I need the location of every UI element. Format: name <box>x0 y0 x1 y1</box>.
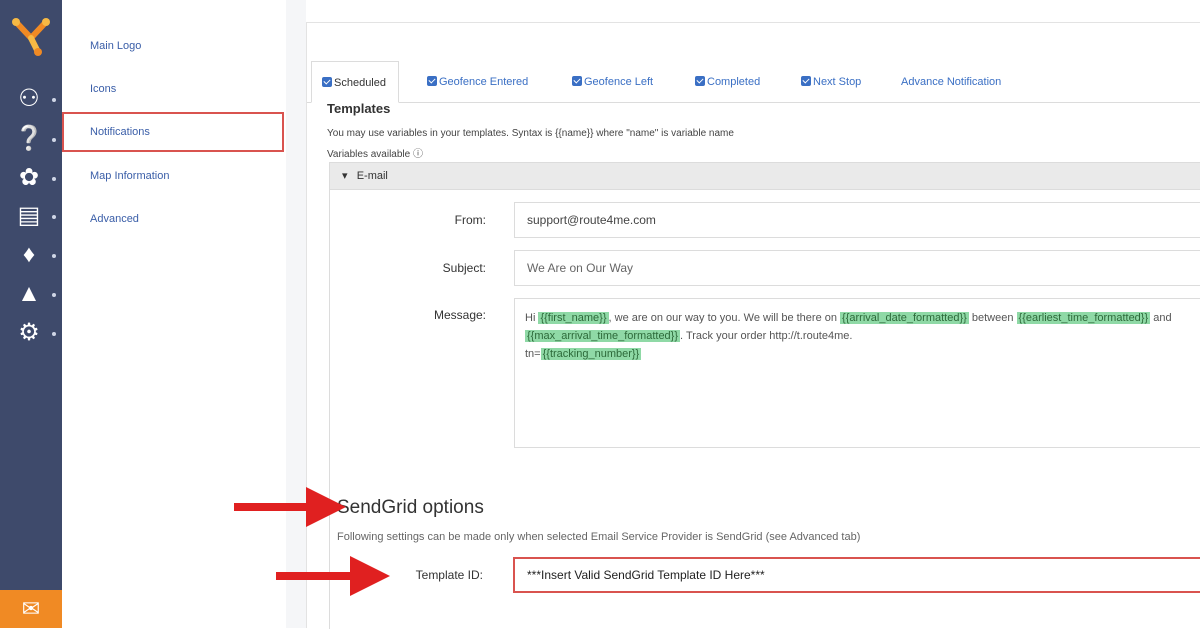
menu-dot <box>52 293 56 297</box>
message-text: between <box>968 312 1017 324</box>
message-text: tn= <box>525 348 541 360</box>
arrow-head <box>306 487 346 527</box>
variable-token: {{first_name}} <box>538 312 609 324</box>
from-label: From: <box>454 213 486 227</box>
annotation-arrow-template-id <box>276 556 390 596</box>
tab-geofence-entered[interactable]: Geofence Entered <box>427 61 528 103</box>
variable-token: {{earliest_time_formatted}} <box>1016 312 1151 324</box>
variable-token: {{tracking_number}} <box>540 348 642 360</box>
message-text: Hi <box>525 312 539 324</box>
account-icon[interactable]: ⚙ <box>14 318 44 348</box>
checkbox-checked[interactable] <box>572 76 582 86</box>
gutter <box>286 0 306 628</box>
sendgrid-hint: Following settings can be made only when… <box>337 531 861 543</box>
notification-tabs: Scheduled Geofence Entered Geofence Left… <box>307 45 1200 103</box>
template-id-field[interactable]: ***Insert Valid SendGrid Template ID Her… <box>513 557 1200 593</box>
app-rail: ⚇ ❔ ✿ ▤ ♦ ▲ ⚙ ✉ <box>0 0 62 628</box>
subject-field[interactable]: We Are on Our Way <box>514 250 1200 286</box>
tab-completed[interactable]: Completed <box>695 61 760 103</box>
help-icon[interactable]: ❔ <box>14 124 44 154</box>
tab-scheduled[interactable]: Scheduled <box>311 61 399 103</box>
variables-available-link[interactable]: Variables available ⓘ <box>327 145 423 160</box>
caret-down-icon: ▾ <box>342 170 348 182</box>
tab-advance-notification[interactable]: Advance Notification <box>901 61 1001 103</box>
message-text: . Track your order http://t.route4me. <box>680 330 853 342</box>
cart-icon[interactable]: ▤ <box>14 201 44 231</box>
menu-dot <box>52 215 56 219</box>
subnav-item-notifications[interactable]: Notifications <box>62 112 284 152</box>
templates-heading: Templates <box>327 101 391 116</box>
message-text: , we are on our way to you. We will be t… <box>608 312 841 324</box>
templates-syntax-hint: You may use variables in your templates.… <box>327 128 734 139</box>
subnav-item-map-information[interactable]: Map Information <box>62 156 284 196</box>
variable-token: {{arrival_date_formatted}} <box>840 312 969 324</box>
menu-dot <box>52 138 56 142</box>
email-section-toggle[interactable]: ▾ E-mail <box>329 162 1200 190</box>
message-textarea[interactable]: Hi {{first_name}}, we are on our way to … <box>514 298 1200 448</box>
from-field[interactable]: support@route4me.com <box>514 202 1200 238</box>
subnav-item-advanced[interactable]: Advanced <box>62 199 284 239</box>
arrow-head <box>350 556 390 596</box>
menu-dot <box>52 332 56 336</box>
subnav-item-main-logo[interactable]: Main Logo <box>62 26 284 66</box>
checkbox-checked[interactable] <box>695 76 705 86</box>
menu-dot <box>52 254 56 258</box>
menu-dot <box>52 98 56 102</box>
message-label: Message: <box>433 308 486 322</box>
menu-dot <box>52 177 56 181</box>
subject-label: Subject: <box>442 261 486 275</box>
team-icon[interactable]: ♦ <box>14 240 44 270</box>
tab-geofence-left[interactable]: Geofence Left <box>572 61 653 103</box>
chat-icon[interactable]: ✉ <box>0 590 62 628</box>
settings-subnav: Main Logo Icons Notifications Map Inform… <box>62 0 286 628</box>
analytics-icon[interactable]: ▲ <box>14 279 44 309</box>
tab-next-stop[interactable]: Next Stop <box>801 61 861 103</box>
subnav-item-icons[interactable]: Icons <box>62 69 284 109</box>
route4me-logo <box>12 18 50 56</box>
email-section-label: E-mail <box>356 170 388 182</box>
variable-token: {{max_arrival_time_formatted}} <box>525 330 681 342</box>
arrow-shaft <box>234 503 310 511</box>
arrow-shaft <box>276 572 354 580</box>
add-user-icon[interactable]: ⚇ <box>14 84 44 114</box>
checkbox-checked[interactable] <box>322 77 332 87</box>
annotation-arrow-sendgrid <box>234 487 346 527</box>
checkbox-checked[interactable] <box>427 76 437 86</box>
route-icon[interactable]: ✿ <box>14 163 44 193</box>
checkbox-checked[interactable] <box>801 76 811 86</box>
notifications-panel: Scheduled Geofence Entered Geofence Left… <box>306 22 1200 629</box>
sendgrid-heading: SendGrid options <box>337 497 484 518</box>
message-text: and <box>1150 312 1172 324</box>
